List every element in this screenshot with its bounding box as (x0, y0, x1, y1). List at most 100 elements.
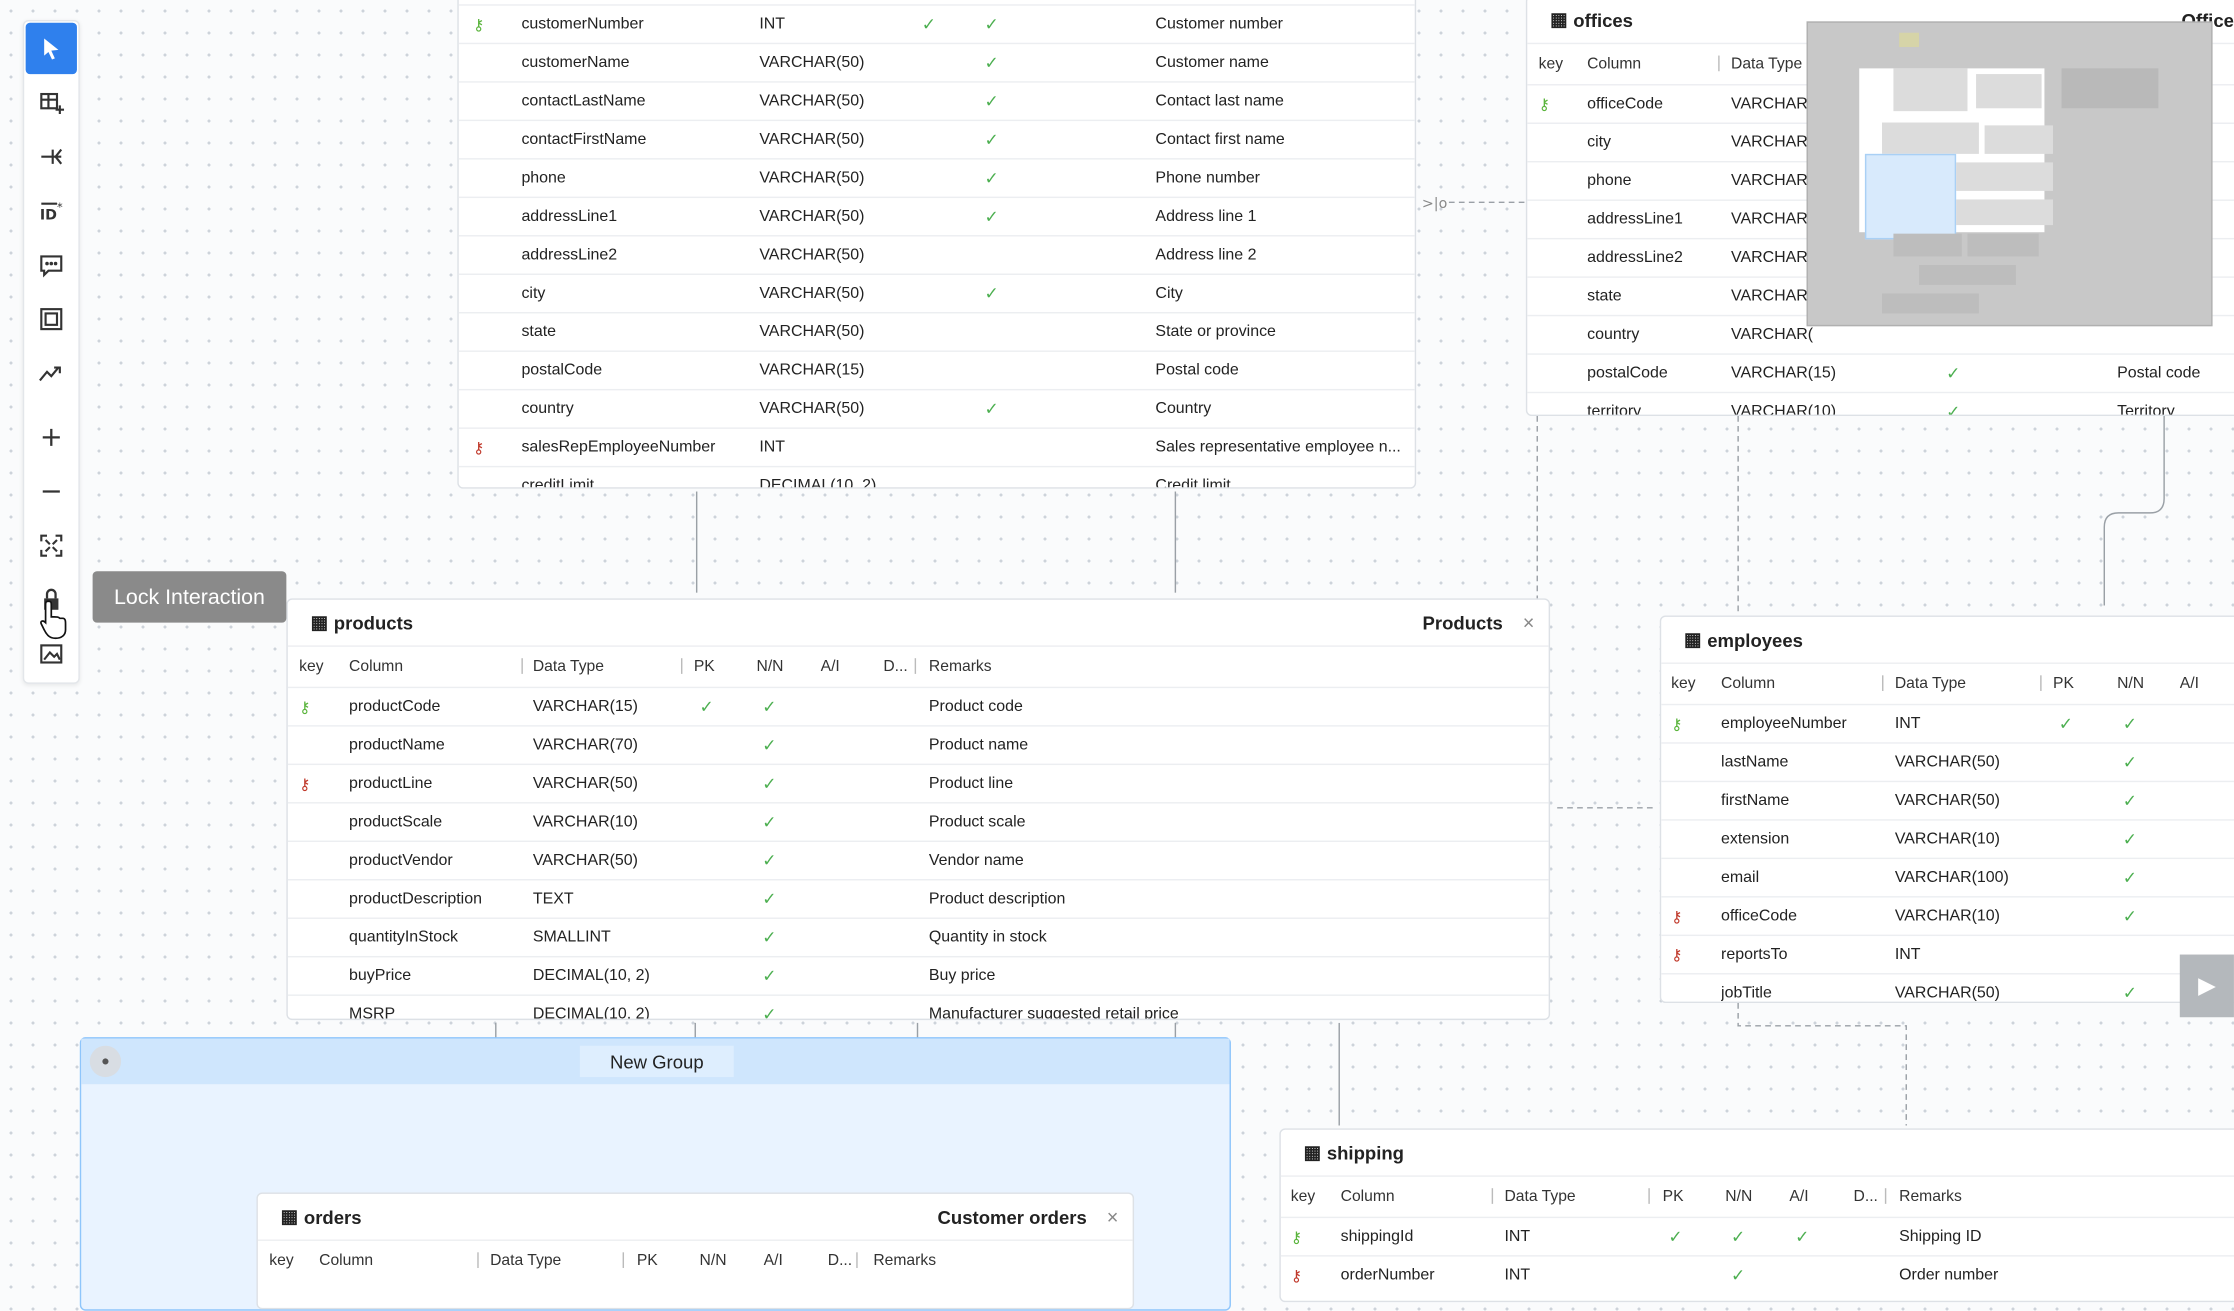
table-row[interactable]: jobTitle VARCHAR(50) ✓ (1661, 973, 2234, 1002)
column-resizer[interactable] (1648, 1188, 1650, 1204)
table-row[interactable]: lastName VARCHAR(50) ✓ (1661, 742, 2234, 780)
left-toolbar: ID * (22, 19, 80, 684)
table-row[interactable]: customerName VARCHAR(50) ✓ Customer name (458, 42, 1415, 81)
pk-check-icon: ✓ (699, 696, 714, 717)
table-row[interactable]: postalCode VARCHAR(15) Postal code (458, 350, 1415, 388)
column-remarks: Contact last name (1155, 92, 1284, 110)
column-header-row: key Column Data Type PK N/N A/I D... Remarks (1280, 1175, 2234, 1216)
table-row[interactable]: ⚷ employeeNumber INT ✓ ✓ (1661, 703, 2234, 742)
primary-key-icon: ⚷ (1671, 715, 1683, 734)
identifier-icon[interactable]: ID * (26, 185, 77, 236)
table-row[interactable]: addressLine2 VARCHAR(50) Address line 2 (458, 235, 1415, 273)
data-type: VARCHAR( (1731, 95, 1814, 113)
column-name: jobTitle (1721, 984, 1772, 1002)
table-row[interactable]: productDescription TEXT ✓ Product descripti… (287, 879, 1549, 917)
table-row[interactable]: creditLimit DECIMAL(10, 2) Credit limit (458, 465, 1415, 487)
erd-canvas[interactable]: >|o ⚷ customerNumber INT ✓ ✓ Customer number c… (0, 0, 2234, 1311)
group-icon[interactable] (26, 293, 77, 344)
table-row[interactable]: buyPrice DECIMAL(10, 2) ✓ Buy price (287, 955, 1549, 994)
data-type: VARCHAR(100) (1894, 869, 2009, 887)
table-row[interactable]: phone VARCHAR(50) ✓ Phone number (458, 158, 1415, 196)
chevron-right-icon[interactable]: ▶ (2179, 954, 2234, 1018)
column-resizer[interactable] (622, 1252, 625, 1268)
column-remarks: City (1155, 284, 1183, 303)
table-row[interactable]: email VARCHAR(100) ✓ (1661, 857, 2234, 896)
trend-icon[interactable] (26, 348, 77, 399)
column-resizer[interactable] (856, 1252, 858, 1268)
comment-icon[interactable] (26, 239, 77, 290)
column-resizer[interactable] (521, 658, 523, 674)
column-resizer[interactable] (914, 658, 917, 674)
close-icon[interactable]: × (1523, 611, 1535, 634)
shipping-table[interactable]: ▦ shipping key Column Data Type PK N/N A/I D...… (1279, 1128, 2234, 1303)
table-row[interactable]: ⚷ productLine VARCHAR(50) ✓ Product line (287, 763, 1549, 802)
customers-table[interactable]: ⚷ customerNumber INT ✓ ✓ Customer number custo… (457, 0, 1417, 489)
close-icon[interactable]: × (1107, 1205, 1119, 1228)
header-remarks: Remarks (873, 1252, 937, 1270)
palette-icon[interactable]: ● (89, 1045, 122, 1078)
table-row[interactable]: ⚷ reportsTo INT (1661, 934, 2234, 973)
fit-view-icon[interactable] (26, 520, 77, 571)
table-row[interactable]: ⚷ officeCode VARCHAR(10) ✓ (1661, 896, 2234, 934)
table-row[interactable]: ⚷ orderNumber INT ✓ Order number (1280, 1255, 2234, 1293)
header-column: Column (1587, 55, 1642, 73)
add-table-icon[interactable] (26, 77, 77, 128)
orders-table[interactable]: ▦ orders Customer orders × key Column Data … (256, 1192, 1135, 1310)
nn-check-icon: ✓ (2122, 906, 2138, 927)
header-d: D... (1853, 1188, 1878, 1206)
column-name: contactLastName (521, 92, 646, 110)
nn-check-icon: ✓ (2122, 713, 2138, 734)
table-row[interactable]: MSRP DECIMAL(10, 2) ✓ Manufacturer suggeste… (287, 994, 1549, 1021)
nn-check-icon: ✓ (984, 52, 999, 73)
table-row[interactable]: country VARCHAR(50) ✓ Country (458, 388, 1415, 427)
table-row[interactable]: contactFirstName VARCHAR(50) ✓ Contact firs… (458, 119, 1415, 158)
nn-check-icon: ✓ (2122, 752, 2138, 773)
column-resizer[interactable] (1718, 55, 1720, 72)
table-row[interactable]: contactLastName VARCHAR(50) ✓ Contact last … (458, 81, 1415, 119)
zoom-out-icon[interactable] (26, 466, 77, 517)
column-resizer[interactable] (477, 1252, 479, 1268)
table-row[interactable]: ⚷ shippingId INT ✓ ✓ ✓ Shipping ID (1280, 1216, 2234, 1255)
employees-table[interactable]: ▦ employees key Column Data Type PK N/N A/I ⚷ em… (1659, 615, 2234, 1003)
header-remarks: Remarks (928, 658, 992, 676)
column-resizer[interactable] (1884, 1188, 1887, 1204)
header-type: Data Type (1504, 1188, 1576, 1206)
data-type: INT (1504, 1228, 1531, 1246)
column-remarks: Product name (928, 736, 1029, 754)
minimap[interactable] (1806, 21, 2213, 327)
table-row[interactable]: productScale VARCHAR(10) ✓ Product scale (287, 802, 1549, 840)
table-name: orders (303, 1206, 362, 1228)
table-row[interactable]: productVendor VARCHAR(50) ✓ Vendor name (287, 840, 1549, 879)
table-row[interactable]: firstName VARCHAR(50) ✓ (1661, 780, 2234, 819)
data-type: VARCHAR(50) (1894, 984, 2000, 1002)
table-row[interactable]: city VARCHAR(50) ✓ City (458, 273, 1415, 312)
column-resizer[interactable] (681, 658, 683, 674)
products-table[interactable]: ▦ products Products × key Column Data Type P… (286, 598, 1551, 1021)
column-remarks: Quantity in stock (928, 928, 1047, 947)
table-row[interactable]: ⚷ customerNumber INT ✓ ✓ Customer number (458, 4, 1415, 42)
data-type: DECIMAL(10, 2) (532, 1005, 650, 1021)
nn-check-icon: ✓ (762, 927, 777, 948)
svg-text:ID: ID (40, 207, 57, 223)
table-row[interactable]: extension VARCHAR(10) ✓ (1661, 819, 2234, 857)
table-row[interactable]: territory VARCHAR(10) ✓ Territory (1527, 391, 2234, 415)
column-remarks: Postal code (1155, 361, 1239, 379)
column-resizer[interactable] (1491, 1188, 1494, 1204)
table-row[interactable]: addressLine1 VARCHAR(50) ✓ Address line 1 (458, 196, 1415, 235)
column-resizer[interactable] (2040, 675, 2042, 691)
table-row[interactable]: ⚷ productCode VARCHAR(15) ✓ ✓ Product code (287, 686, 1549, 725)
zoom-in-icon[interactable] (26, 412, 77, 463)
svg-text:*: * (57, 200, 63, 214)
column-resizer[interactable] (1882, 675, 1884, 691)
relationship-icon[interactable] (26, 131, 77, 182)
table-row[interactable]: ⚷ salesRepEmployeeNumber INT Sales represen… (458, 427, 1415, 465)
column-name: orderNumber (1340, 1266, 1435, 1284)
table-row[interactable]: postalCode VARCHAR(15) ✓ Postal code (1527, 353, 2234, 391)
column-name: lastName (1721, 753, 1789, 771)
table-row[interactable]: productName VARCHAR(70) ✓ Product name (287, 725, 1549, 763)
table-row[interactable]: quantityInStock SMALLINT ✓ Quantity in stoc… (287, 917, 1549, 956)
header-pk: PK (1662, 1188, 1684, 1206)
table-row[interactable]: state VARCHAR(50) State or province (458, 312, 1415, 350)
select-icon[interactable] (25, 22, 77, 75)
group-title[interactable]: New Group (579, 1045, 734, 1078)
